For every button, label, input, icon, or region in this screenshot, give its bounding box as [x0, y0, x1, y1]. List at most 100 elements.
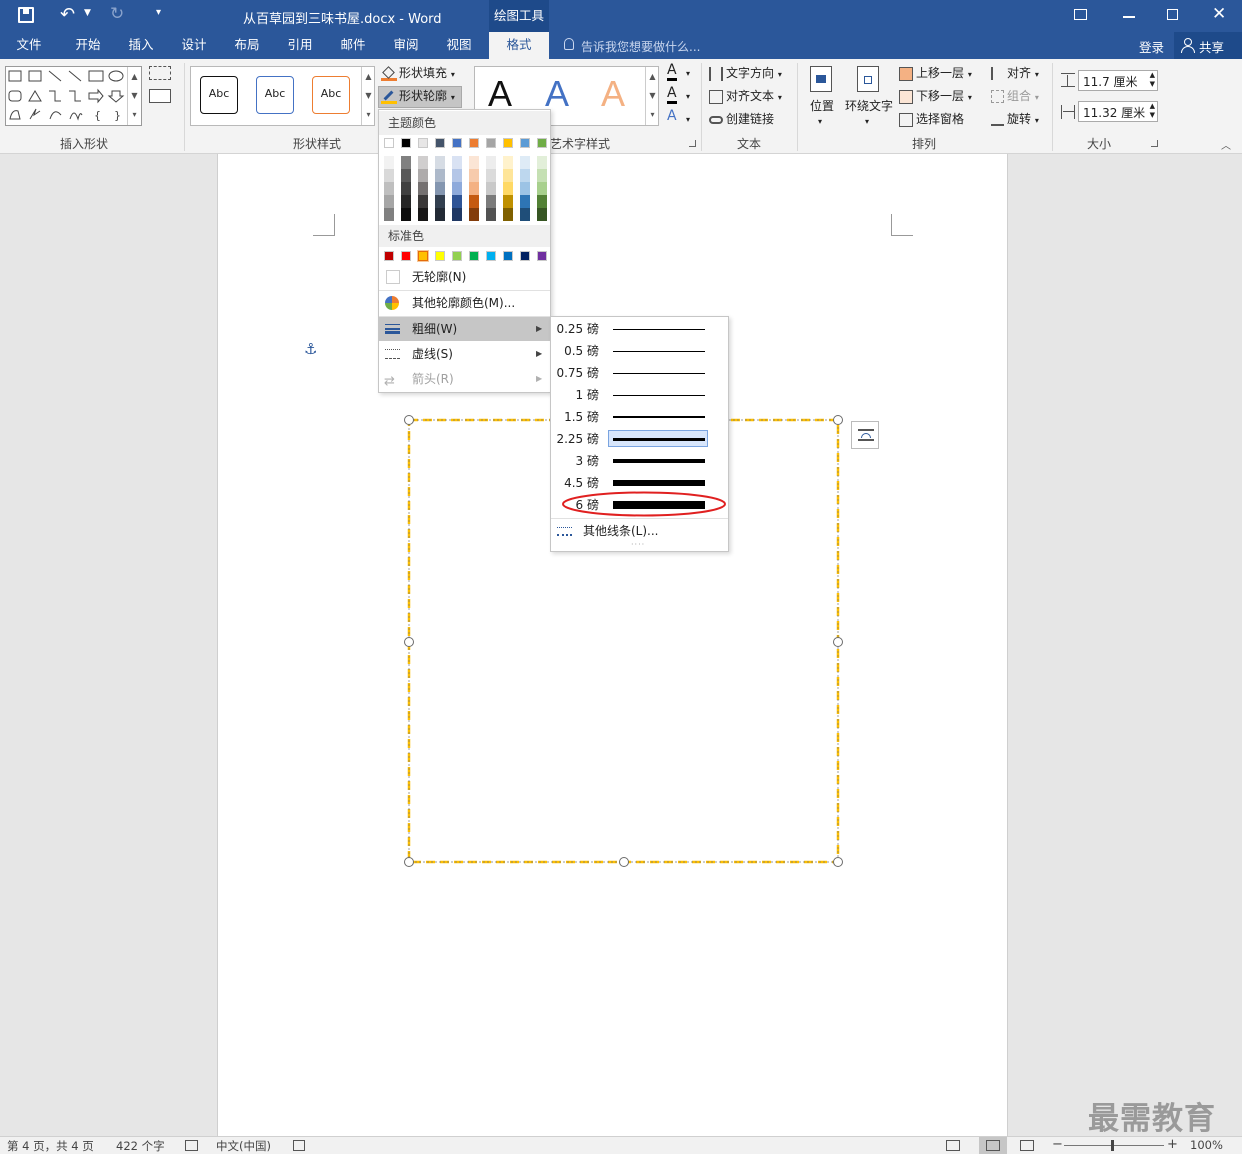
maximize-icon[interactable] [1167, 9, 1178, 20]
theme-shade-swatch[interactable] [520, 156, 530, 169]
theme-color-swatch[interactable] [469, 138, 479, 148]
theme-shade-swatch[interactable] [401, 208, 411, 221]
undo-icon[interactable]: ↶ [60, 4, 75, 25]
position-dropdown-icon[interactable]: ▾ [818, 113, 822, 131]
shape-styles-gallery[interactable]: Abc Abc Abc ▲ ▼ ▾ [190, 66, 375, 126]
theme-color-swatch[interactable] [486, 138, 496, 148]
standard-color-swatch[interactable] [520, 251, 530, 261]
theme-shade-swatch[interactable] [537, 169, 547, 182]
text-effects-dropdown[interactable]: ▾ [686, 111, 690, 129]
proofing-icon[interactable] [185, 1140, 198, 1151]
theme-shade-swatch[interactable] [520, 169, 530, 182]
width-input[interactable]: 11.32 厘米 ▲ ▼ [1078, 101, 1158, 122]
weight-item[interactable]: 粗细(W) ▶ [379, 317, 550, 341]
theme-shade-swatch[interactable] [452, 195, 462, 208]
macro-icon[interactable] [293, 1140, 305, 1151]
rotate-button[interactable]: 旋转 ▾ [991, 110, 1039, 130]
theme-shade-swatch[interactable] [418, 182, 428, 195]
theme-shade-swatch[interactable] [486, 195, 496, 208]
shapes-gallery-scroll[interactable]: ▲ ▼ ▾ [127, 67, 141, 125]
theme-shade-swatch[interactable] [503, 182, 513, 195]
edit-shape-icon[interactable] [149, 66, 171, 80]
theme-shade-swatch[interactable] [384, 208, 394, 221]
web-layout-icon[interactable] [1020, 1140, 1034, 1151]
width-spinner[interactable]: ▲ ▼ [1150, 102, 1155, 120]
tab-review[interactable]: 审阅 [380, 32, 432, 59]
wordart-orange-icon[interactable]: A [601, 73, 625, 115]
theme-shade-swatch[interactable] [503, 195, 513, 208]
undo-dropdown-icon[interactable]: ▼ [84, 8, 91, 18]
resize-handle-bottom-left[interactable] [404, 857, 414, 867]
style-sample-1[interactable]: Abc [200, 76, 238, 114]
text-box-icon[interactable] [149, 89, 171, 103]
weight-option[interactable]: 0.75 磅 [551, 362, 727, 384]
theme-shade-swatch[interactable] [435, 195, 445, 208]
theme-color-swatch[interactable] [435, 138, 445, 148]
standard-color-swatch[interactable] [469, 251, 479, 261]
style-sample-2[interactable]: Abc [256, 76, 294, 114]
standard-color-swatch[interactable] [452, 251, 462, 261]
customize-qat-icon[interactable]: ▾ [156, 7, 161, 18]
dialog-launcher-icon[interactable] [689, 140, 696, 147]
resize-grip-icon[interactable]: ···· [631, 540, 645, 549]
theme-shade-swatch[interactable] [537, 208, 547, 221]
theme-shade-swatch[interactable] [520, 208, 530, 221]
tab-design[interactable]: 设计 [168, 32, 220, 59]
theme-shade-swatch[interactable] [469, 182, 479, 195]
send-backward-button[interactable]: 下移一层 ▾ [899, 87, 972, 107]
shapes-gallery[interactable]: {} ▲ ▼ ▾ [5, 66, 142, 126]
language-indicator[interactable]: 中文(中国) [216, 1138, 271, 1154]
theme-shade-swatch[interactable] [503, 208, 513, 221]
theme-shade-swatch[interactable] [537, 156, 547, 169]
theme-shade-swatch[interactable] [469, 169, 479, 182]
standard-color-swatch[interactable] [384, 251, 394, 261]
theme-shade-swatch[interactable] [469, 208, 479, 221]
height-spinner[interactable]: ▲ ▼ [1150, 71, 1155, 89]
tab-insert[interactable]: 插入 [115, 32, 167, 59]
theme-shade-swatch[interactable] [384, 169, 394, 182]
theme-shade-swatch[interactable] [418, 169, 428, 182]
shape-fill-button[interactable]: 形状填充 ▾ [381, 64, 455, 84]
theme-color-swatch[interactable] [537, 138, 547, 148]
theme-shade-swatch[interactable] [486, 182, 496, 195]
height-input[interactable]: 11.7 厘米 ▲ ▼ [1078, 70, 1158, 91]
size-dialog-launcher-icon[interactable] [1151, 140, 1158, 147]
theme-color-swatch[interactable] [384, 138, 394, 148]
redo-icon[interactable]: ↻ [110, 4, 124, 24]
zoom-in-button[interactable]: + [1167, 1137, 1178, 1152]
weight-option[interactable]: 2.25 磅 [551, 428, 727, 450]
theme-shade-swatch[interactable] [418, 156, 428, 169]
align-button[interactable]: 对齐 ▾ [991, 64, 1039, 84]
resize-handle-top-right[interactable] [833, 415, 843, 425]
shapes-gallery-icons[interactable]: {} [6, 67, 126, 125]
theme-shade-swatch[interactable] [435, 169, 445, 182]
zoom-slider[interactable] [1064, 1145, 1164, 1146]
text-direction-button[interactable]: 文字方向 ▾ [709, 64, 782, 84]
theme-color-swatch[interactable] [418, 138, 428, 148]
theme-shade-swatch[interactable] [435, 156, 445, 169]
tab-format[interactable]: 格式 [489, 32, 549, 59]
standard-color-swatch[interactable] [401, 251, 411, 261]
theme-shade-swatch[interactable] [469, 195, 479, 208]
page-count[interactable]: 第 4 页，共 4 页 [7, 1138, 94, 1154]
wrap-text-icon[interactable] [857, 66, 879, 92]
wrap-text-dropdown-icon[interactable]: ▾ [865, 113, 869, 131]
theme-color-swatch[interactable] [452, 138, 462, 148]
theme-shade-swatch[interactable] [452, 182, 462, 195]
theme-shade-swatch[interactable] [537, 182, 547, 195]
shape-outline-content[interactable]: 形状轮廓 ▾ [381, 87, 455, 107]
tab-mailings[interactable]: 邮件 [327, 32, 379, 59]
standard-color-swatch[interactable] [435, 251, 445, 261]
theme-shade-swatch[interactable] [537, 195, 547, 208]
text-outline-icon[interactable]: A [667, 86, 677, 104]
tab-file[interactable]: 文件 [4, 32, 54, 59]
text-fill-dropdown[interactable]: ▾ [686, 65, 690, 83]
resize-handle-middle-right[interactable] [833, 637, 843, 647]
zoom-level[interactable]: 100% [1190, 1138, 1223, 1152]
weight-option[interactable]: 0.25 磅 [551, 318, 727, 340]
theme-shade-swatch[interactable] [384, 195, 394, 208]
standard-color-swatch[interactable] [418, 251, 428, 261]
theme-shade-swatch[interactable] [520, 182, 530, 195]
theme-shade-swatch[interactable] [418, 195, 428, 208]
theme-shade-swatch[interactable] [503, 156, 513, 169]
